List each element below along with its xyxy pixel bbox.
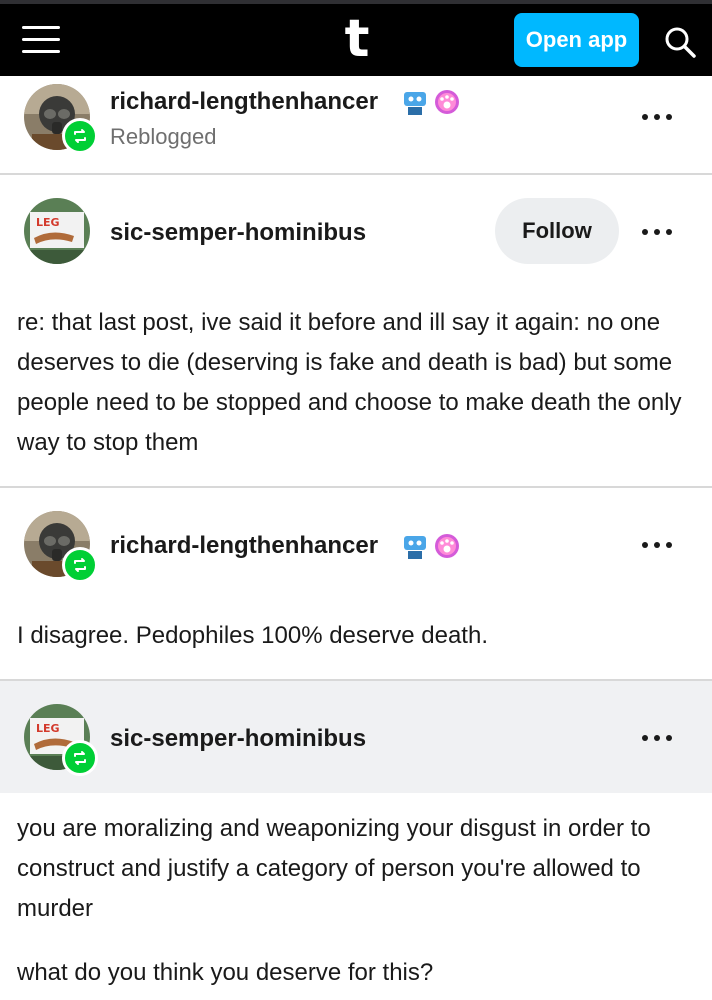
paw-badge-icon [435,90,459,114]
reblog-header: richard-lengthenhancer Reblogged [0,76,712,174]
follow-button[interactable]: Follow [495,198,619,264]
post-body: I disagree. Pedophiles 100% deserve deat… [17,622,488,649]
reblog-icon [62,740,98,776]
more-options-icon[interactable] [642,227,674,237]
robot-badge-icon [404,92,426,115]
more-options-icon[interactable] [642,733,674,743]
open-app-button[interactable]: Open app [514,13,639,67]
hamburger-menu-icon[interactable] [22,26,60,54]
reblog-icon [62,547,98,583]
post-body: you are moralizing and weaponizing your … [17,815,651,922]
reblog-icon [62,118,98,154]
post-body-paragraph-2: what do you think you deserve for this? [17,959,434,986]
search-icon[interactable] [664,26,696,58]
tumblr-logo[interactable]: t [340,12,374,66]
top-accent-strip [0,0,712,4]
blog-badges [402,86,462,118]
robot-badge-icon [404,536,426,559]
top-bar: t Open app [0,0,712,76]
blog-badges [402,530,462,562]
more-options-icon[interactable] [642,112,674,122]
avatar[interactable]: LEG [24,198,90,264]
post: LEG sic-semper-hominibus Follow re: that… [0,175,712,487]
reblogged-label: Reblogged [110,124,217,149]
svg-text:LEG: LEG [36,216,60,229]
username[interactable]: richard-lengthenhancer [110,88,378,116]
username[interactable]: richard-lengthenhancer [110,532,378,560]
more-options-icon[interactable] [642,540,674,550]
post-body: re: that last post, ive said it before a… [17,309,682,456]
svg-text:LEG: LEG [36,722,60,735]
post: richard-lengthenhancer I disagree. Pedop… [0,488,712,680]
post: LEG sic-semper-hominibus you are moraliz… [0,681,712,1000]
username[interactable]: sic-semper-hominibus [110,219,366,247]
paw-badge-icon [435,534,459,558]
username[interactable]: sic-semper-hominibus [110,725,366,753]
tumblr-post-view: t Open app richard-lengthenhancer Reblog… [0,0,712,1000]
